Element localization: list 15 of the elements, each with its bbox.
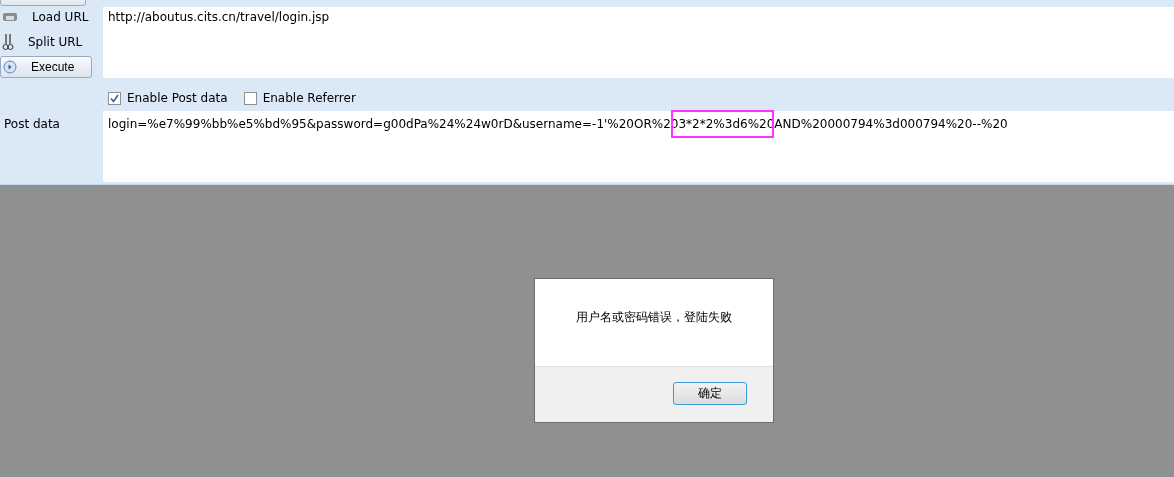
sidebar-item[interactable]: Load URL (32, 10, 89, 24)
post-data-label: Post data (3, 116, 61, 133)
checkbox[interactable] (108, 91, 121, 105)
check-icon (110, 93, 119, 103)
checkbox-label: Enable Post data (127, 91, 228, 105)
printer-icon (2, 10, 18, 24)
ok-button[interactable]: 确定 (673, 382, 747, 405)
checkbox[interactable] (243, 91, 257, 105)
checkbox-label: Enable Referrer (262, 91, 356, 105)
sidebar-item[interactable]: Split URL (28, 35, 83, 49)
scissors-icon (2, 33, 14, 51)
play-icon (3, 60, 17, 74)
execute-button[interactable]: Execute (0, 56, 92, 78)
url-field[interactable]: http://aboutus.cits.cn/travel/login.jsp (103, 7, 1174, 78)
dialog-message: 用户名或密码错误，登陆失败 (576, 309, 732, 326)
